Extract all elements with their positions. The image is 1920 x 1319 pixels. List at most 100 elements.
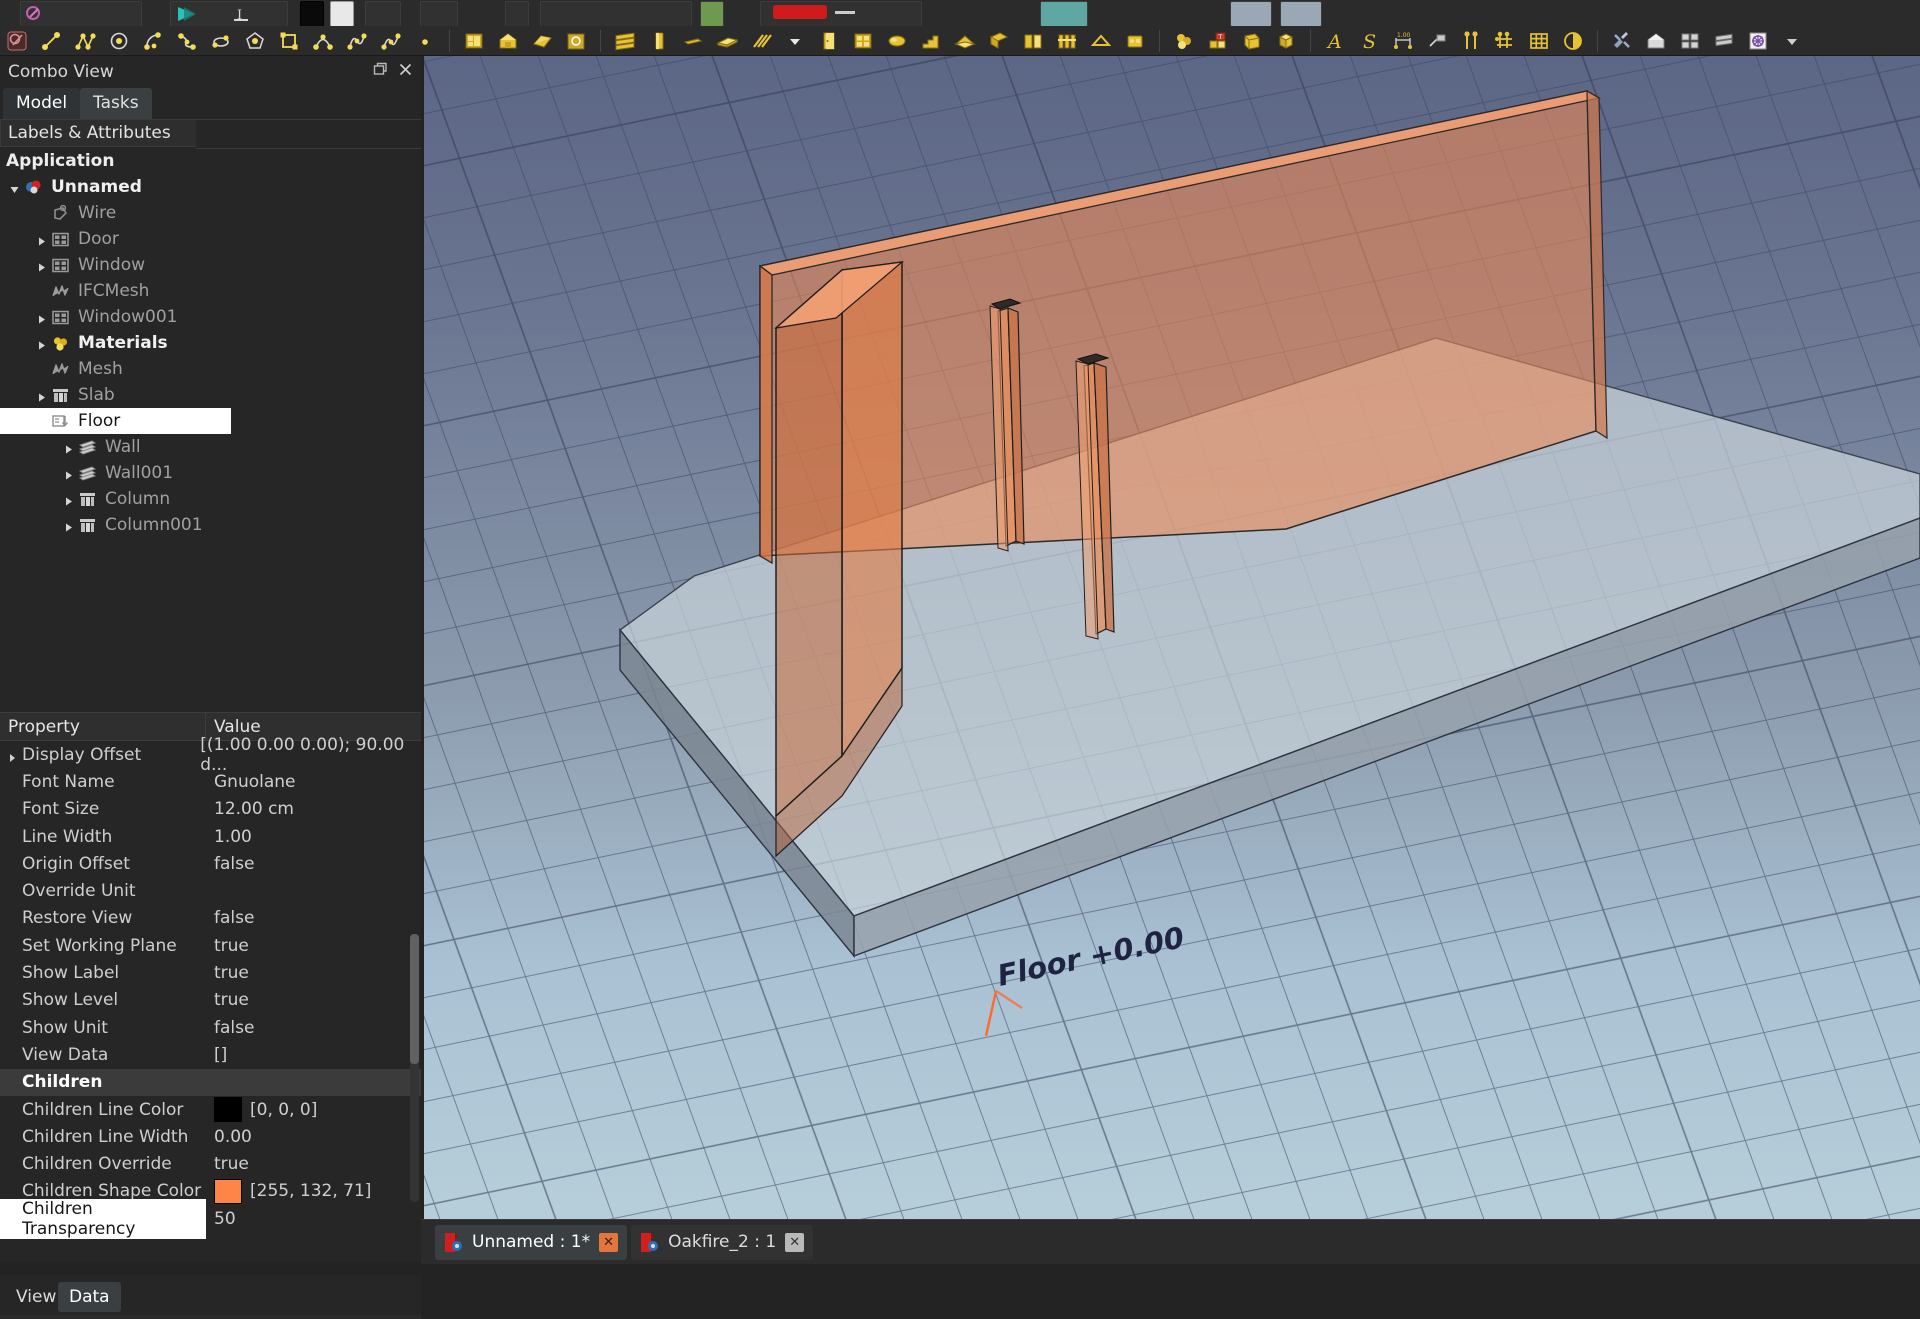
toolbar-group-5[interactable]: [505, 1, 529, 26]
toolbar-group-6[interactable]: [540, 1, 692, 26]
line-color-swatch[interactable]: [300, 1, 324, 26]
tools-icon[interactable]: [1605, 27, 1639, 54]
text-icon[interactable]: A: [1318, 27, 1352, 54]
material-icon[interactable]: [1167, 27, 1201, 54]
property-row[interactable]: Origin Offset false: [0, 850, 421, 877]
chevron-down-icon[interactable]: [8, 181, 21, 194]
tree-item-mesh[interactable]: Mesh: [0, 356, 421, 382]
tree-item-wire[interactable]: Wire: [0, 200, 421, 226]
greenbar-icon[interactable]: [700, 1, 724, 26]
beam-icon[interactable]: [676, 27, 710, 54]
color-swatch[interactable]: [214, 1178, 242, 1204]
bspline-icon[interactable]: [170, 27, 204, 54]
tree-item-wall001[interactable]: Wall001: [0, 460, 421, 486]
3d-viewport[interactable]: Floor +0.00: [424, 56, 1920, 1219]
box-icon[interactable]: [1269, 27, 1303, 54]
panel-icon[interactable]: [982, 27, 1016, 54]
property-value-cell[interactable]: []: [206, 1045, 227, 1065]
space-icon[interactable]: [559, 27, 593, 54]
color-swatch[interactable]: [214, 1097, 242, 1122]
property-value-cell[interactable]: [255, 132, 71]: [206, 1178, 371, 1204]
toolbar-group-4[interactable]: [420, 1, 458, 26]
level-icon[interactable]: [525, 27, 559, 54]
roof-icon[interactable]: [948, 27, 982, 54]
property-row[interactable]: Display Offset [(1.00 0.00 0.00); 90.00 d…: [0, 735, 421, 775]
schedule-icon[interactable]: T: [1201, 27, 1235, 54]
leader-icon[interactable]: [1420, 27, 1454, 54]
toolbar-group-8[interactable]: [1040, 1, 1088, 26]
section-plane-icon[interactable]: [1556, 27, 1590, 54]
property-row[interactable]: Children Line Color [0, 0, 0]: [0, 1096, 421, 1123]
bezier2-icon[interactable]: [374, 27, 408, 54]
toolbar-group-10[interactable]: [1280, 1, 1322, 26]
bspline2-icon[interactable]: [340, 27, 374, 54]
wall-icon[interactable]: [608, 27, 642, 54]
circle-icon[interactable]: [102, 27, 136, 54]
property-row[interactable]: Set Working Plane true: [0, 932, 421, 959]
chevron-right-icon[interactable]: [35, 389, 48, 402]
property-row[interactable]: Show Unit false: [0, 1014, 421, 1041]
property-value-cell[interactable]: true: [206, 990, 249, 1010]
chevron-right-icon[interactable]: [35, 233, 48, 246]
tree-column-header[interactable]: Labels & Attributes: [0, 119, 196, 147]
tree-item-wall[interactable]: Wall: [0, 434, 421, 460]
tree-item-window[interactable]: Window: [0, 252, 421, 278]
bezcurve-icon[interactable]: [306, 27, 340, 54]
property-row[interactable]: Children Override true: [0, 1150, 421, 1177]
toolbar-overflow-icon[interactable]: [1775, 27, 1809, 54]
tree-item-column001[interactable]: Column001: [0, 512, 421, 538]
truss-icon[interactable]: [1084, 27, 1118, 54]
property-value-cell[interactable]: 12.00 cm: [206, 799, 294, 819]
property-row[interactable]: Override Unit: [0, 877, 421, 904]
document-tab-unnamed[interactable]: Unnamed : 1* ✕: [435, 1224, 628, 1260]
property-value-cell[interactable]: 1.00: [206, 827, 252, 847]
chevron-right-icon[interactable]: [62, 467, 75, 480]
line-icon[interactable]: [34, 27, 68, 54]
fence-icon[interactable]: [1050, 27, 1084, 54]
dropdown-icon[interactable]: [778, 27, 812, 54]
polyline-icon[interactable]: [68, 27, 102, 54]
close-icon[interactable]: ✕: [599, 1232, 619, 1252]
preflight-icon[interactable]: [1741, 27, 1775, 54]
shape-from-text-icon[interactable]: S: [1352, 27, 1386, 54]
grid-icon[interactable]: [1522, 27, 1556, 54]
arc-icon[interactable]: [136, 27, 170, 54]
property-value-cell[interactable]: 50: [206, 1209, 236, 1229]
ifc-explorer-icon[interactable]: [1639, 27, 1673, 54]
point-icon[interactable]: [408, 27, 442, 54]
property-value-cell[interactable]: false: [206, 1018, 254, 1038]
layers-icon[interactable]: [1707, 27, 1741, 54]
tab-model[interactable]: Model: [3, 88, 81, 119]
property-value-cell[interactable]: [(1.00 0.00 0.00); 90.00 d...: [192, 735, 421, 775]
property-value-cell[interactable]: [0, 0, 0]: [206, 1097, 317, 1122]
property-row[interactable]: Restore View false: [0, 905, 421, 932]
property-row[interactable]: Children Transparency 50: [0, 1198, 421, 1239]
rebar-icon[interactable]: [744, 27, 778, 54]
property-row[interactable]: Children Line Width 0.00: [0, 1123, 421, 1150]
toolbar-group-2[interactable]: I: [170, 1, 288, 26]
draft-snap-icon[interactable]: [0, 27, 34, 54]
property-row[interactable]: Line Width 1.00: [0, 823, 421, 850]
pipe-icon[interactable]: [880, 27, 914, 54]
property-scrollbar[interactable]: [410, 934, 419, 1202]
rectangle-icon[interactable]: [272, 27, 306, 54]
tab-tasks[interactable]: Tasks: [80, 88, 152, 119]
property-value-cell[interactable]: true: [206, 936, 249, 956]
property-value-cell[interactable]: Gnuolane: [206, 772, 296, 792]
tree-item-floor[interactable]: Floor: [0, 408, 231, 434]
project-icon[interactable]: [457, 27, 491, 54]
property-value-cell[interactable]: 0.00: [206, 1127, 252, 1147]
chevron-right-icon[interactable]: [35, 337, 48, 350]
building-icon[interactable]: [491, 27, 525, 54]
tree-item-materials[interactable]: Materials: [0, 330, 421, 356]
chevron-right-icon[interactable]: [35, 259, 48, 272]
document-tab-oakfire[interactable]: Oakfire_2 : 1 ✕: [631, 1224, 814, 1260]
close-icon[interactable]: [398, 62, 413, 77]
toolbar-group-9[interactable]: [1230, 1, 1272, 26]
ellipse-icon[interactable]: [204, 27, 238, 54]
frame-icon[interactable]: [1016, 27, 1050, 54]
close-icon[interactable]: ✕: [785, 1232, 805, 1252]
property-row[interactable]: Children: [0, 1068, 421, 1096]
tree-item-window001[interactable]: Window001: [0, 304, 421, 330]
model-tree[interactable]: Application Unnamed Wire Door Window IFCMesh…: [0, 147, 421, 628]
